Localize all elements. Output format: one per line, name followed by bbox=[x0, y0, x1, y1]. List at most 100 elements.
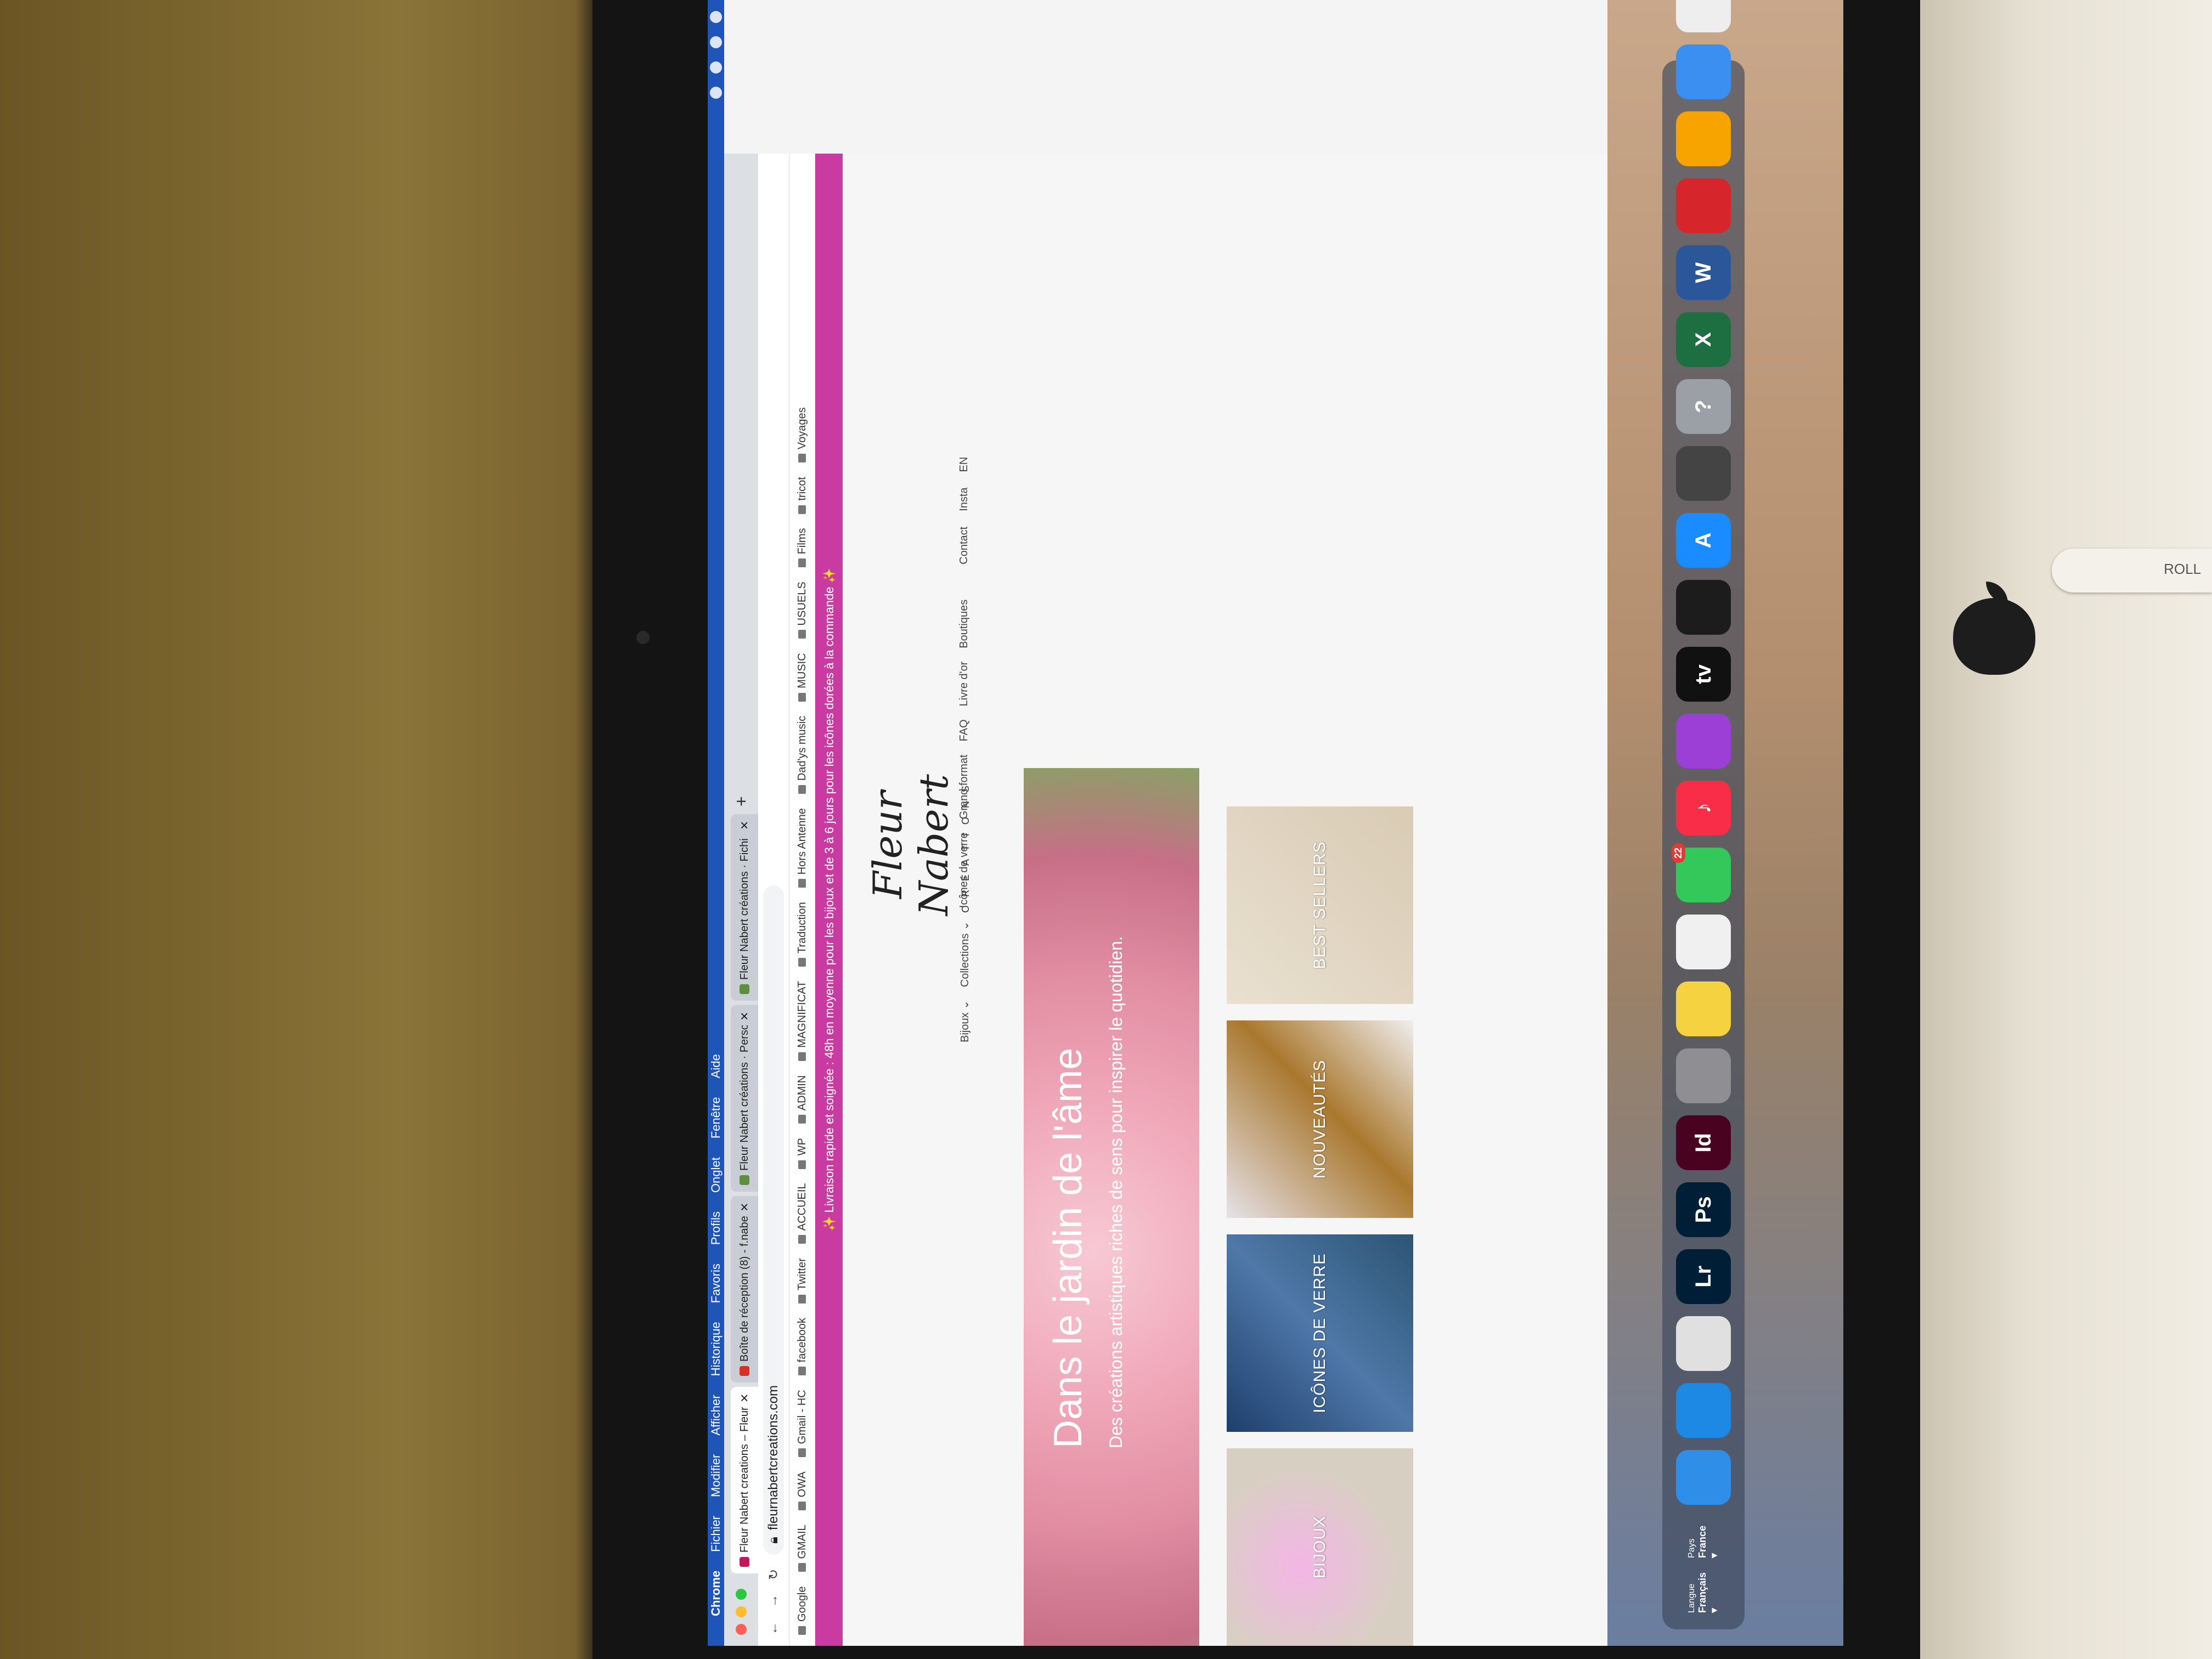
back-icon[interactable]: ← bbox=[766, 1622, 781, 1635]
nav-lang-en[interactable]: EN bbox=[958, 457, 972, 472]
nav-collections[interactable]: Collections ⌄ bbox=[958, 921, 972, 987]
screenshot-icon[interactable] bbox=[1676, 445, 1731, 501]
settings-icon[interactable] bbox=[1676, 1048, 1731, 1103]
nav-bijoux[interactable]: Bijoux ⌄ bbox=[958, 1000, 972, 1042]
bookmark-wp[interactable]: WP bbox=[796, 1138, 809, 1169]
bookmark-google[interactable]: Google bbox=[796, 1587, 809, 1635]
bookmark-owa[interactable]: OWA bbox=[796, 1471, 809, 1511]
zoom-window-icon[interactable] bbox=[736, 1589, 747, 1600]
menu-favoris[interactable]: Favoris bbox=[709, 1263, 723, 1303]
menu-afficher[interactable]: Afficher bbox=[709, 1395, 723, 1435]
menu-modifier[interactable]: Modifier bbox=[709, 1454, 723, 1497]
acrobat-icon[interactable] bbox=[1676, 178, 1731, 233]
word-icon[interactable]: W bbox=[1676, 245, 1731, 300]
photoshop-icon[interactable]: Ps bbox=[1676, 1182, 1731, 1237]
tile-best-sellers[interactable]: BEST SELLERS bbox=[1227, 806, 1413, 1004]
bookmark-magnificat[interactable]: MAGNIFICAT bbox=[796, 981, 809, 1061]
close-tab-icon[interactable]: ✕ bbox=[738, 1203, 752, 1212]
music-icon[interactable]: ♪ bbox=[1676, 780, 1731, 836]
nav-grand-format[interactable]: Grand format bbox=[958, 754, 972, 819]
bookmark-tricot[interactable]: tricot bbox=[796, 477, 809, 514]
indesign-icon[interactable]: Id bbox=[1676, 1115, 1731, 1170]
shopify-locale-selector[interactable]: Langue Français ▾ Pays France ▾ bbox=[1687, 1526, 1720, 1613]
bookmark-films[interactable]: Films bbox=[796, 528, 809, 568]
bookmarks-bar: Google GMAIL OWA Gmail - HC facebook Twi… bbox=[789, 154, 815, 1646]
close-tab-icon[interactable]: ✕ bbox=[738, 1393, 752, 1403]
photos-icon[interactable] bbox=[1676, 914, 1731, 969]
nav-contact[interactable]: Contact bbox=[958, 527, 972, 565]
nav-faq[interactable]: FAQ bbox=[958, 719, 972, 741]
menu-fichier[interactable]: Fichier bbox=[709, 1516, 723, 1552]
status-icon[interactable] bbox=[710, 11, 722, 23]
menu-aide[interactable]: Aide bbox=[709, 1054, 723, 1078]
mail-icon[interactable] bbox=[1676, 44, 1731, 99]
dock: Langue Français ▾ Pays France ▾ Lr Ps Id 22 ♪ t… bbox=[1662, 0, 1745, 1629]
bookmark-accueil[interactable]: ACCUEIL bbox=[796, 1183, 809, 1244]
bookmark-admin[interactable]: ADMIN bbox=[796, 1075, 809, 1124]
google-icon bbox=[798, 1626, 806, 1635]
notes-icon[interactable] bbox=[1676, 981, 1731, 1036]
minimize-window-icon[interactable] bbox=[736, 1606, 747, 1617]
status-icon[interactable] bbox=[710, 61, 722, 74]
bookmark-music[interactable]: MUSIC bbox=[796, 653, 809, 702]
nav-insta[interactable]: Insta bbox=[958, 487, 972, 511]
chrome-icon[interactable] bbox=[1676, 1316, 1731, 1371]
tile-nouveautes[interactable]: NOUVEAUTÉS bbox=[1227, 1020, 1413, 1218]
close-tab-icon[interactable]: ✕ bbox=[738, 821, 752, 830]
status-icon[interactable] bbox=[710, 87, 722, 99]
logo-script: Fleur Nabert bbox=[865, 774, 957, 916]
folder-icon bbox=[798, 785, 806, 794]
address-bar[interactable]: 🔒︎ fleurnabertcreations.com bbox=[763, 885, 784, 1555]
folder-icon bbox=[798, 1052, 806, 1061]
gmail-icon bbox=[798, 1448, 806, 1458]
bookmark-voyages[interactable]: Voyages bbox=[796, 407, 809, 463]
nav-livre-dor[interactable]: Livre d'or bbox=[958, 662, 972, 707]
browser-toolbar: ← → ↻ 🔒︎ fleurnabertcreations.com bbox=[758, 154, 789, 1646]
new-tab-icon[interactable]: + bbox=[731, 796, 752, 806]
tab-label: Fleur Nabert creations – Fleur N bbox=[738, 1407, 751, 1553]
tab-shopify-fichiers[interactable]: Fleur Nabert créations · Fichi ✕ bbox=[731, 814, 758, 1001]
tile-icones-de-verre[interactable]: ICÔNES DE VERRE bbox=[1227, 1234, 1413, 1432]
bookmark-dadys-music[interactable]: Dad'ys music bbox=[796, 716, 809, 794]
bookmark-hors-antenne[interactable]: Hors Antenne bbox=[796, 808, 809, 888]
menu-app-name[interactable]: Chrome bbox=[709, 1571, 723, 1616]
menu-fenetre[interactable]: Fenêtre bbox=[709, 1097, 723, 1138]
menu-profils[interactable]: Profils bbox=[709, 1211, 723, 1245]
tile-bijoux[interactable]: BIJOUX bbox=[1227, 1448, 1413, 1646]
tab-shopify-perso[interactable]: Fleur Nabert créations · Perso ✕ bbox=[731, 1005, 758, 1192]
close-window-icon[interactable] bbox=[736, 1624, 747, 1635]
app-store-icon[interactable]: A bbox=[1676, 512, 1731, 568]
status-icon[interactable] bbox=[710, 36, 722, 48]
menu-historique[interactable]: Historique bbox=[709, 1322, 723, 1376]
bookmark-twitter[interactable]: Twitter bbox=[796, 1258, 809, 1304]
bookmark-usuels[interactable]: USUELS bbox=[796, 582, 809, 639]
close-tab-icon[interactable]: ✕ bbox=[738, 1012, 752, 1021]
podcasts-icon[interactable] bbox=[1676, 713, 1731, 769]
lightroom-icon[interactable]: Lr bbox=[1676, 1249, 1731, 1304]
safari-icon[interactable] bbox=[1676, 1383, 1731, 1438]
help-icon[interactable]: ? bbox=[1676, 379, 1731, 434]
reload-icon[interactable]: ↻ bbox=[766, 1569, 782, 1580]
document-icon[interactable] bbox=[1676, 0, 1731, 32]
bookmark-gmail[interactable]: GMAIL bbox=[796, 1525, 809, 1572]
bookmark-traduction[interactable]: Traduction bbox=[796, 902, 809, 967]
messages-icon[interactable]: 22 bbox=[1672, 843, 1731, 902]
hero-banner[interactable]: Dans le jardin de l'âme Des créations ar… bbox=[1024, 768, 1199, 1646]
nav-boutiques[interactable]: Boutiques bbox=[958, 600, 972, 648]
tab-label: Boîte de réception (8) - f.nabe bbox=[738, 1216, 751, 1362]
bookmark-gmail-hc[interactable]: Gmail - HC bbox=[796, 1390, 809, 1458]
site-logo[interactable]: Fleur Nabert CRÉATIONS bbox=[865, 735, 972, 955]
tab-gmail[interactable]: Boîte de réception (8) - f.nabe ✕ bbox=[731, 1196, 758, 1383]
pages-icon[interactable] bbox=[1676, 111, 1731, 166]
tab-fleur-nabert[interactable]: Fleur Nabert creations – Fleur N ✕ bbox=[731, 1387, 758, 1573]
bookmark-facebook[interactable]: facebook bbox=[796, 1318, 809, 1376]
finder-icon[interactable] bbox=[1676, 1449, 1731, 1505]
tv-icon[interactable]: tv bbox=[1676, 646, 1731, 702]
menu-onglet[interactable]: Onglet bbox=[709, 1157, 723, 1193]
facebook-icon bbox=[798, 1367, 806, 1376]
forward-icon[interactable]: → bbox=[766, 1594, 781, 1607]
folder-icon bbox=[798, 454, 806, 463]
activity-monitor-icon[interactable] bbox=[1676, 579, 1731, 635]
nav-icones-de-verre[interactable]: Icônes de verre bbox=[958, 832, 972, 908]
excel-icon[interactable]: X bbox=[1676, 312, 1731, 367]
